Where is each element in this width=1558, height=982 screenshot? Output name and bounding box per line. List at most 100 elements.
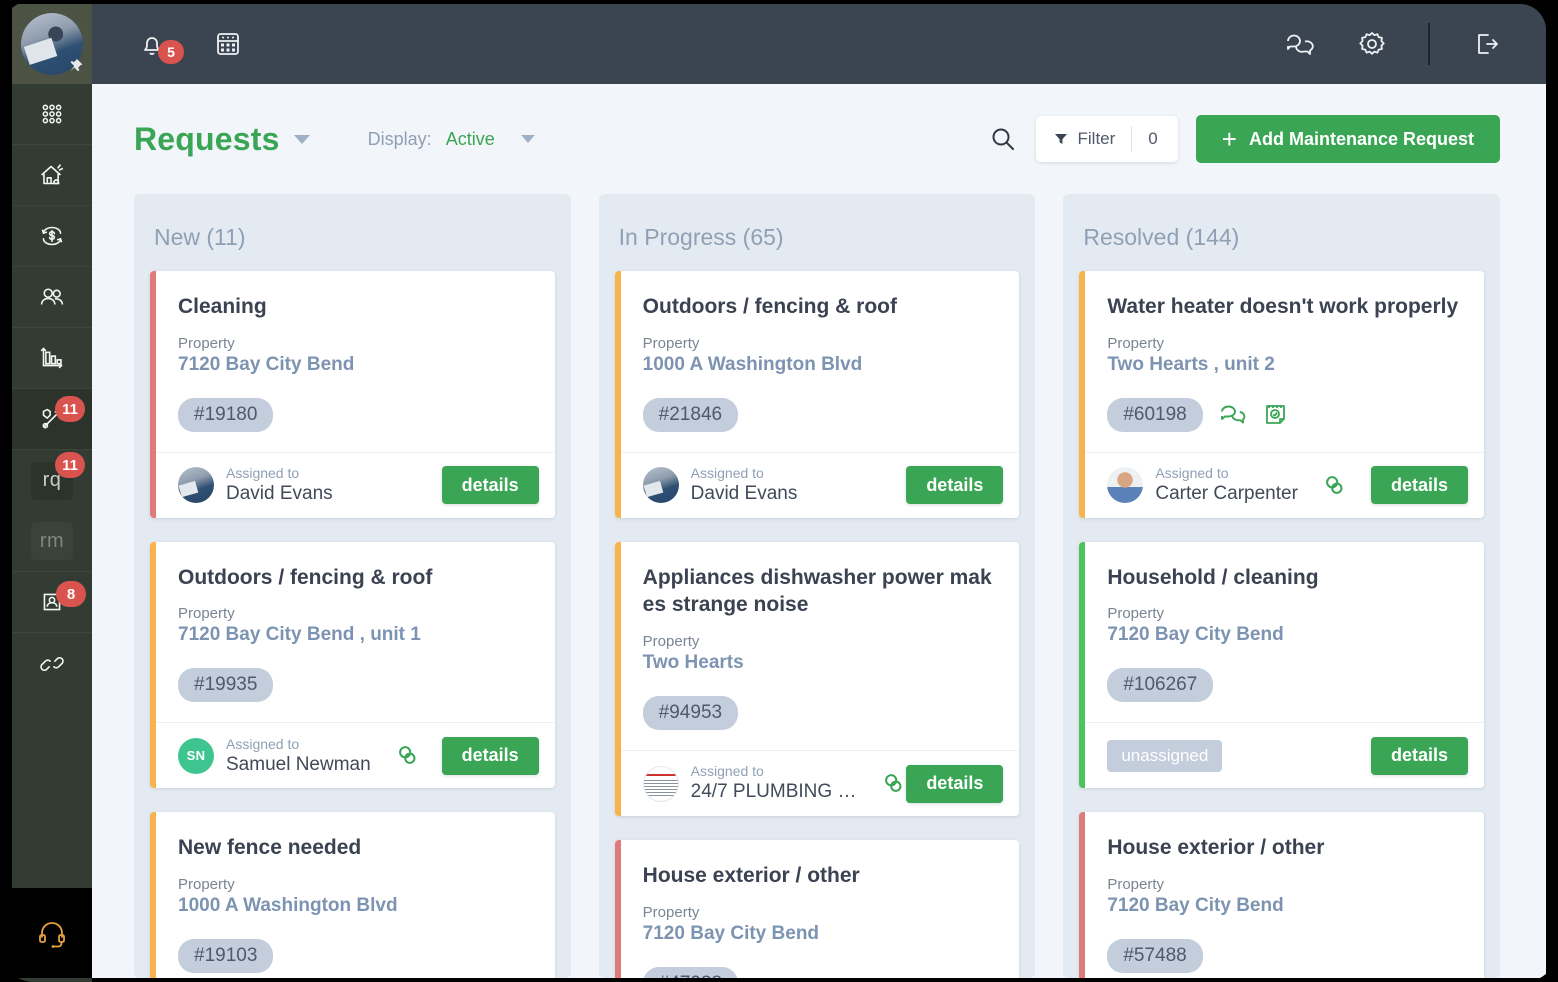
request-card[interactable]: Water heater doesn't work properlyProper… [1079, 271, 1484, 518]
sidebar-item-tenants[interactable] [12, 267, 92, 328]
request-card[interactable]: Household / cleaningProperty7120 Bay Cit… [1079, 542, 1484, 789]
assignee-name: Samuel Newman [226, 754, 371, 777]
sidebar-item-maintenance[interactable]: 11 [12, 389, 92, 450]
card-footer: SNAssigned toSamuel Newman details [150, 722, 555, 788]
request-card[interactable]: House exterior / otherProperty7120 Bay C… [1079, 812, 1484, 978]
notifications-badge: 5 [158, 40, 184, 64]
assignee-avatar [178, 467, 214, 503]
sidebar-item-properties[interactable] [12, 145, 92, 206]
page-toolbar: Requests Display: Active Filter [92, 84, 1546, 194]
details-button[interactable]: details [442, 737, 539, 775]
chat-bubble-icon[interactable] [1219, 401, 1246, 428]
request-card[interactable]: Outdoors / fencing & roofProperty7120 Ba… [150, 542, 555, 789]
property-label: Property [643, 904, 998, 921]
request-id-badge: #19103 [178, 939, 273, 973]
add-maintenance-request-label: Add Maintenance Request [1249, 129, 1474, 150]
support-bar[interactable] [12, 888, 92, 978]
assignee-name: Carter Carpenter [1155, 483, 1298, 506]
request-id-badge: #47938 [643, 967, 738, 978]
card-status-accent [1079, 271, 1085, 518]
request-card[interactable]: New fence neededProperty1000 A Washingto… [150, 812, 555, 978]
messages-button[interactable] [1280, 26, 1316, 62]
card-footer: Assigned to David Evans details [150, 452, 555, 518]
linked-circles-icon[interactable] [1322, 473, 1347, 498]
card-footer: unassigned details [1079, 722, 1484, 788]
property-value[interactable]: 7120 Bay City Bend [643, 923, 998, 945]
assigned-to-label: Assigned to [1155, 465, 1228, 481]
card-id-row: #60198 [1107, 398, 1462, 432]
details-button[interactable]: details [442, 466, 539, 504]
filter-count: 0 [1148, 129, 1171, 149]
request-card[interactable]: House exterior / otherProperty7120 Bay C… [615, 840, 1020, 978]
property-value[interactable]: 7120 Bay City Bend , unit 1 [178, 624, 533, 646]
sidebar-item-reports[interactable] [12, 328, 92, 389]
card-id-row: #19103 [178, 939, 533, 973]
property-label: Property [178, 335, 533, 352]
property-value[interactable]: 7120 Bay City Bend [1107, 895, 1462, 917]
sidebar-item-requests[interactable]: rq 11 [12, 450, 92, 511]
property-label: Property [178, 876, 533, 893]
property-value[interactable]: Two Hearts [643, 652, 998, 674]
sidebar-item-links[interactable] [12, 633, 92, 694]
display-chevron-down-icon[interactable] [521, 135, 535, 143]
search-icon [988, 124, 1018, 154]
display-value: Active [446, 129, 495, 150]
sidebar-item-payments[interactable] [12, 206, 92, 267]
property-value[interactable]: 7120 Bay City Bend [1107, 624, 1462, 646]
property-label: Property [643, 633, 998, 650]
pin-icon[interactable] [66, 57, 84, 75]
details-button[interactable]: details [1371, 737, 1468, 775]
property-value[interactable]: 7120 Bay City Bend [178, 354, 533, 376]
sidebar-item-reminders[interactable]: rm [12, 511, 92, 572]
request-card[interactable]: Appliances dishwasher power makes strang… [615, 542, 1020, 816]
card-status-accent [1079, 542, 1085, 789]
column-title: In Progress (65) [615, 208, 1020, 271]
sidebar-item-apps[interactable] [12, 84, 92, 145]
details-button[interactable]: details [906, 466, 1003, 504]
property-value[interactable]: 1000 A Washington Blvd [643, 354, 998, 376]
assigned-to-label: Assigned to [226, 465, 299, 481]
card-title: Water heater doesn't work properly [1107, 293, 1462, 321]
gear-icon [1354, 26, 1390, 62]
assignee-avatar [1107, 467, 1143, 503]
card-body: Household / cleaningProperty7120 Bay Cit… [1079, 542, 1484, 723]
linked-circles-icon[interactable] [881, 771, 906, 796]
unassigned-badge: unassigned [1107, 740, 1222, 772]
assignee: SNAssigned toSamuel Newman [178, 736, 420, 777]
card-status-accent [1079, 812, 1085, 978]
filter-button[interactable]: Filter 0 [1036, 116, 1178, 162]
card-body: House exterior / otherProperty7120 Bay C… [615, 840, 1020, 978]
card-body: Water heater doesn't work properlyProper… [1079, 271, 1484, 452]
calendar-button[interactable] [210, 26, 246, 62]
card-footer: Assigned to Carter Carpenter details [1079, 452, 1484, 518]
card-body: House exterior / otherProperty7120 Bay C… [1079, 812, 1484, 978]
column-title: Resolved (144) [1079, 208, 1484, 271]
card-id-row: #19180 [178, 398, 533, 432]
assignee-name: David Evans [226, 483, 333, 506]
sidebar: 11 rq 11 rm 8 [12, 4, 92, 982]
card-id-row: #57488 [1107, 939, 1462, 973]
sidebar-item-contacts[interactable]: 8 [12, 572, 92, 633]
request-card[interactable]: Outdoors / fencing & roofProperty1000 A … [615, 271, 1020, 518]
request-card[interactable]: CleaningProperty7120 Bay City Bend#19180… [150, 271, 555, 518]
notifications-button[interactable]: 5 [134, 26, 170, 62]
details-button[interactable]: details [906, 765, 1003, 803]
property-value[interactable]: 1000 A Washington Blvd [178, 895, 533, 917]
logout-button[interactable] [1468, 26, 1504, 62]
search-button[interactable] [988, 124, 1018, 154]
details-button[interactable]: details [1371, 466, 1468, 504]
column-title: New (11) [150, 208, 555, 271]
display-filter[interactable]: Display: Active [368, 129, 535, 150]
linked-circles-icon[interactable] [395, 743, 420, 768]
page-title: Requests [134, 121, 280, 158]
add-maintenance-request-button[interactable]: + Add Maintenance Request [1196, 115, 1500, 163]
sidebar-avatar[interactable] [12, 4, 92, 84]
card-body: CleaningProperty7120 Bay City Bend#19180 [150, 271, 555, 452]
property-value[interactable]: Two Hearts , unit 2 [1107, 354, 1462, 376]
checklist-note-icon[interactable] [1262, 401, 1289, 428]
page-title-chevron-down-icon[interactable] [294, 135, 310, 144]
property-label: Property [1107, 605, 1462, 622]
settings-button[interactable] [1354, 26, 1390, 62]
main-content: Requests Display: Active Filter [92, 84, 1546, 978]
card-footer: Assigned toDavid Evansdetails [615, 452, 1020, 518]
